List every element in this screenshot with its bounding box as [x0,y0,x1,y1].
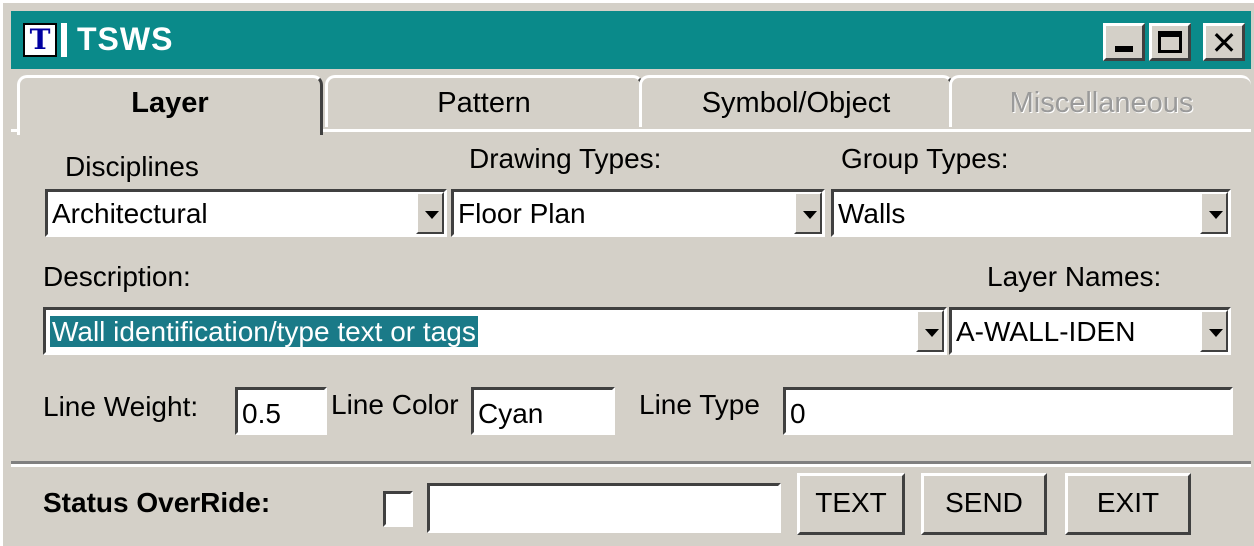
line-color-label: Line Color [331,389,459,420]
chevron-down-icon[interactable] [794,192,822,234]
tab-layer[interactable]: Layer [17,75,323,135]
text-button[interactable]: TEXT [797,473,905,535]
close-icon: ✕ [1210,24,1238,62]
drawing-types-dropdown[interactable]: Floor Plan [451,189,825,237]
description-label: Description: [43,261,191,292]
chevron-down-icon[interactable] [1200,192,1228,234]
send-button[interactable]: SEND [921,473,1047,535]
tab-pattern[interactable]: Pattern [325,75,643,127]
chevron-down-icon[interactable] [916,310,944,352]
maximize-button[interactable] [1149,23,1191,61]
close-button[interactable]: ✕ [1203,23,1245,62]
group-types-label: Group Types: [841,143,1009,174]
status-override-input[interactable] [427,483,781,533]
tab-miscellaneous: Miscellaneous [949,75,1251,127]
group-types-value: Walls [838,198,906,229]
drawing-types-label: Drawing Types: [469,143,662,174]
line-color-field[interactable]: Cyan [471,387,615,435]
minimize-button[interactable] [1103,23,1145,61]
disciplines-value: Architectural [52,198,208,229]
description-value: Wall identification/type text or tags [50,316,478,348]
window-title: TSWS [77,21,174,57]
line-type-label: Line Type [639,389,760,420]
tab-symbol-object[interactable]: Symbol/Object [639,75,953,127]
exit-button[interactable]: EXIT [1065,473,1191,535]
layer-names-value: A-WALL-IDEN [956,316,1136,347]
disciplines-label: Disciplines [65,151,199,182]
description-dropdown[interactable]: Wall identification/type text or tags [43,307,947,355]
title-bar[interactable]: T TSWS ✕ [11,11,1251,69]
drawing-types-value: Floor Plan [458,198,586,229]
layer-names-dropdown[interactable]: A-WALL-IDEN [949,307,1231,355]
tsws-window: T TSWS ✕ Layer Pattern Symbol/Object Mis… [0,0,1254,546]
chevron-down-icon[interactable] [1200,310,1228,352]
status-override-checkbox[interactable] [383,491,413,527]
line-weight-field[interactable]: 0.5 [235,387,327,435]
tsws-app-icon[interactable]: T [23,23,57,57]
chevron-down-icon[interactable] [416,192,444,234]
separator-highlight [11,464,1251,467]
minimize-icon [1115,46,1133,52]
disciplines-dropdown[interactable]: Architectural [45,189,447,237]
maximize-icon [1158,31,1182,53]
line-weight-label: Line Weight: [43,391,199,422]
group-types-dropdown[interactable]: Walls [831,189,1231,237]
description-selected-text: Wall identification/type text or tags [50,316,478,347]
status-override-label: Status OverRide: [43,487,271,518]
app-icon-bar [61,23,67,57]
line-type-field[interactable]: 0 [783,387,1233,435]
layer-names-label: Layer Names: [987,261,1162,292]
